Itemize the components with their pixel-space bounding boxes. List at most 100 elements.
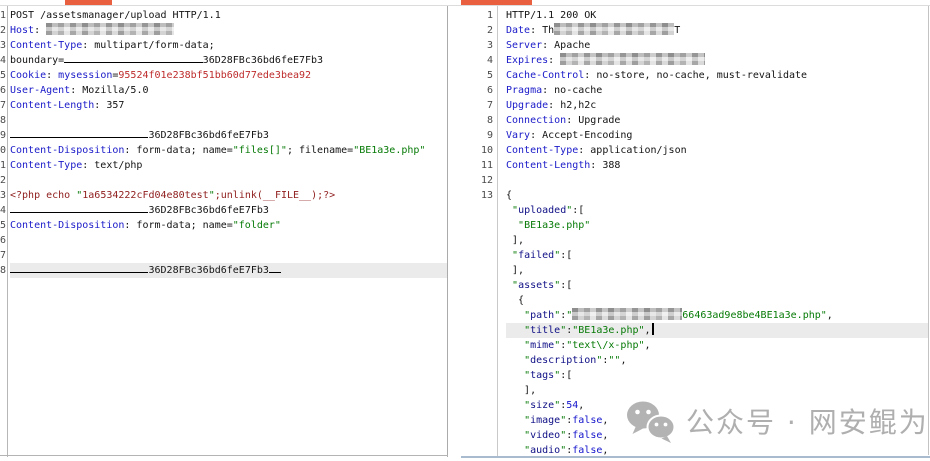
code-segment: ; filename= [287, 145, 353, 156]
line-number: 13 [461, 188, 493, 203]
response-tab-indicator[interactable] [461, 0, 532, 5]
code-line: User-Agent: Mozilla/5.0 [10, 83, 447, 98]
line-number [461, 203, 493, 218]
code-line [10, 233, 447, 248]
code-segment: Expires [506, 55, 548, 66]
line-number: 3 [0, 38, 7, 53]
line-number [461, 233, 493, 248]
code-line: Cookie: mysession=95524f01e238bf51bb60d7… [10, 68, 447, 83]
response-editor[interactable]: HTTP/1.1 200 OKDate: ThTServer: ApacheEx… [498, 6, 929, 457]
code-segment: :[ [560, 370, 572, 381]
line-number [461, 398, 493, 413]
code-segment: { [506, 295, 524, 306]
code-segment: Content-Length [10, 100, 94, 111]
code-segment: mime [530, 340, 554, 351]
code-segment: , [620, 355, 626, 366]
line-number [461, 413, 493, 428]
line-number: 6 [0, 83, 7, 98]
code-line: Content-Length: 388 [506, 158, 929, 173]
code-line [506, 173, 929, 188]
code-segment: 95524f01e238bf51bb60d77ede3bea92 [118, 70, 311, 81]
code-line: "image":false, [506, 413, 929, 428]
line-number: 6 [461, 83, 493, 98]
code-segment: Server [506, 40, 542, 51]
code-segment: 1a6534222cFd04e80test [82, 190, 208, 201]
request-panel[interactable]: 123456789101112131415161718 POST /assets… [0, 6, 448, 457]
code-line: Content-Type: text/php [10, 158, 447, 173]
line-number [461, 278, 493, 293]
code-segment: "text\/x-php" [566, 340, 644, 351]
code-line: Content-Disposition: form-data; name="fi… [10, 143, 447, 158]
code-line: Content-Length: 357 [10, 98, 447, 113]
code-segment: : no-cache [542, 85, 602, 96]
code-segment: "BE1a3e.php" [572, 325, 644, 336]
code-segment: Content-Length [506, 160, 590, 171]
request-tab-indicator[interactable] [65, 0, 112, 5]
redaction-mosaic [46, 23, 174, 35]
code-segment: : Apache [542, 40, 590, 51]
code-line: Vary: Accept-Encoding [506, 128, 929, 143]
line-number [461, 338, 493, 353]
line-number: 8 [461, 113, 493, 128]
line-number: 9 [0, 128, 7, 143]
code-segment: : h2,h2c [548, 100, 596, 111]
code-line: Cache-Control: no-store, no-cache, must-… [506, 68, 929, 83]
code-segment [506, 220, 518, 231]
code-line: "audio":false, [506, 443, 929, 457]
line-number: 10 [461, 143, 493, 158]
code-line: "description":"", [506, 353, 929, 368]
code-segment: false [572, 415, 602, 426]
code-segment: mysession [58, 70, 112, 81]
line-number: 7 [461, 98, 493, 113]
code-segment: : [548, 55, 560, 66]
code-segment: title [530, 325, 560, 336]
code-segment: : text/php [82, 160, 142, 171]
text-cursor [652, 323, 654, 335]
code-segment: Host [10, 25, 34, 36]
code-segment: : form-data; name= [124, 220, 232, 231]
code-line: Content-Type: application/json [506, 143, 929, 158]
code-line: "mime":"text\/x-php", [506, 338, 929, 353]
line-number [461, 248, 493, 263]
code-segment: Cookie [10, 70, 46, 81]
line-number: 4 [0, 53, 7, 68]
request-editor[interactable]: POST /assetsmanager/upload HTTP/1.1Host:… [8, 6, 447, 457]
code-segment: Content-Disposition [10, 145, 124, 156]
code-segment: :[ [572, 205, 584, 216]
response-panel-bottom-border [461, 456, 930, 458]
response-panel[interactable]: 12345678910111213 HTTP/1.1 200 OKDate: T… [461, 6, 929, 457]
line-number [461, 263, 493, 278]
code-segment: "BE1a3e.php" [518, 220, 590, 231]
code-line: -----------------------36D28FBc36bd6feE7… [10, 128, 447, 143]
code-segment: "BE1a3e.php" [353, 145, 425, 156]
response-line-number-gutter: 12345678910111213 [461, 6, 498, 457]
code-line: Content-Type: multipart/form-data; [10, 38, 447, 53]
code-line: ], [506, 233, 929, 248]
code-segment: : Th [530, 25, 554, 36]
code-segment: : multipart/form-data; [82, 40, 214, 51]
code-line: Connection: Upgrade [506, 113, 929, 128]
code-segment: Connection [506, 115, 566, 126]
code-segment: Content-Type [10, 40, 82, 51]
line-number [461, 383, 493, 398]
code-segment: : 357 [94, 100, 124, 111]
code-segment: "folder" [233, 220, 281, 231]
code-segment: Content-Disposition [10, 220, 124, 231]
code-segment: size [530, 400, 554, 411]
code-line: "size":54, [506, 398, 929, 413]
code-segment: <?php echo [10, 190, 76, 201]
code-segment [506, 340, 524, 351]
code-segment [506, 400, 524, 411]
code-segment: tags [530, 370, 554, 381]
code-segment: boundary= [10, 55, 64, 66]
redaction-mosaic [554, 23, 674, 35]
redaction-mosaic [572, 308, 682, 320]
code-segment: Content-Type [10, 160, 82, 171]
code-segment: : application/json [578, 145, 686, 156]
boundary-dash: -- [269, 265, 281, 276]
code-segment: , [602, 430, 608, 441]
response-panel-right-border [928, 6, 929, 455]
line-number: 13 [0, 188, 7, 203]
line-number [461, 428, 493, 443]
code-line: Expires: [506, 53, 929, 68]
